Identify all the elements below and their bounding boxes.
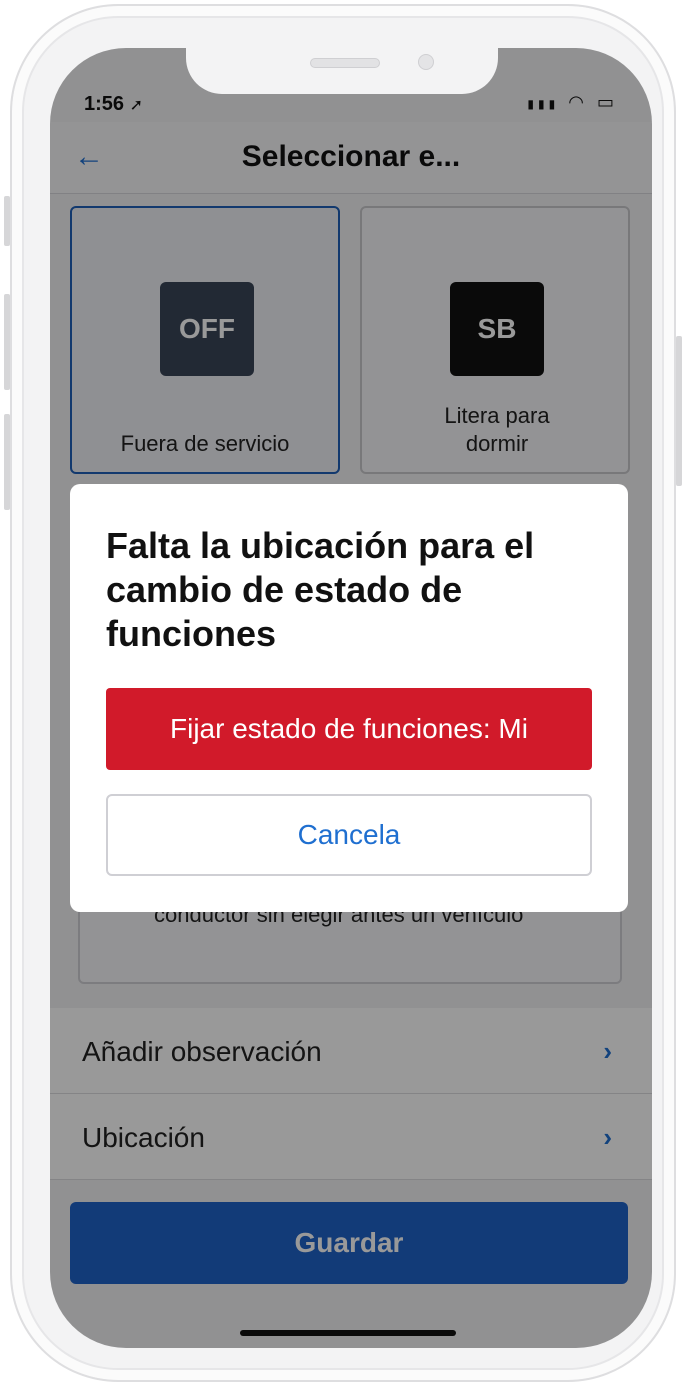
power-button bbox=[676, 336, 682, 486]
set-duty-status-button[interactable]: Fijar estado de funciones: Mi bbox=[106, 688, 592, 770]
dialog-title: Falta la ubicación para el cambio de est… bbox=[106, 525, 535, 654]
speaker-grille bbox=[310, 58, 380, 68]
missing-location-dialog: Falta la ubicación para el cambio de est… bbox=[70, 484, 628, 912]
volume-down-button bbox=[4, 414, 10, 510]
phone-notch bbox=[186, 48, 498, 94]
cancel-button[interactable]: Cancela bbox=[106, 794, 592, 876]
silent-switch bbox=[4, 196, 10, 246]
volume-up-button bbox=[4, 294, 10, 390]
phone-screen: 1:56 ➚ ▮▮▮ ◠ ▭ ← Seleccionar e... OFF Fu… bbox=[50, 48, 652, 1348]
front-camera bbox=[418, 54, 434, 70]
